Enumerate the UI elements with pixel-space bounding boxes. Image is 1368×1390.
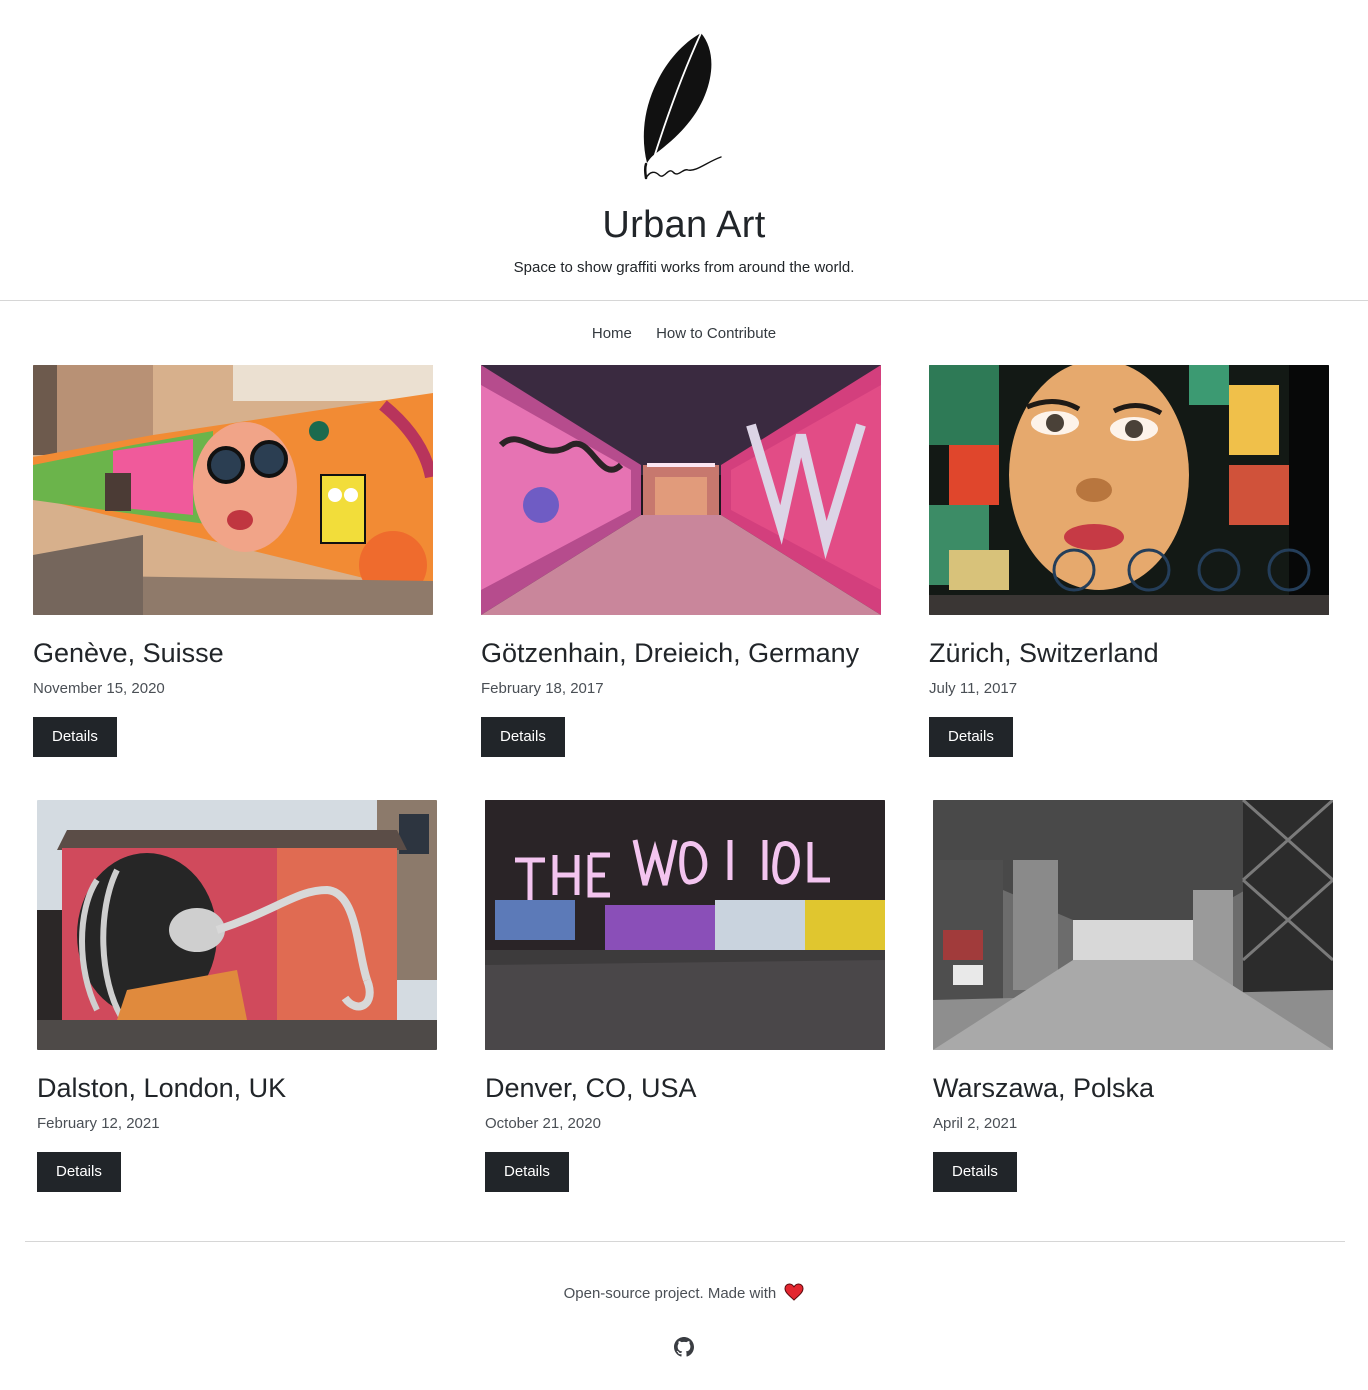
artwork-card-denver: Denver, CO, USA October 21, 2020 Details	[485, 800, 885, 1192]
card-title: Genève, Suisse	[33, 638, 224, 668]
artwork-image-geneve[interactable]	[33, 365, 433, 615]
card-title: Zürich, Switzerland	[929, 638, 1159, 668]
card-title: Götzenhain, Dreieich, Germany	[481, 638, 860, 668]
artwork-image-gotzenhain[interactable]	[481, 365, 881, 615]
details-button[interactable]: Details	[929, 717, 1013, 757]
artwork-image-dalston[interactable]	[37, 800, 437, 1050]
site-subtitle: Space to show graffiti works from around…	[513, 259, 855, 276]
site-title: Urban Art	[602, 204, 766, 246]
artwork-card-zurich: Zürich, Switzerland July 11, 2017 Detail…	[929, 365, 1329, 757]
card-date: February 18, 2017	[481, 680, 604, 697]
card-date: February 12, 2021	[37, 1115, 160, 1132]
artwork-image-warszawa[interactable]	[933, 800, 1333, 1050]
card-date: July 11, 2017	[929, 680, 1018, 697]
footer-divider	[25, 1241, 1345, 1242]
feather-quill-logo	[643, 32, 722, 180]
card-date: October 21, 2020	[485, 1115, 601, 1132]
main-nav: Home How to Contribute	[0, 322, 1368, 346]
card-date: November 15, 2020	[33, 680, 165, 697]
details-button[interactable]: Details	[33, 717, 117, 757]
artwork-card-geneve: Genève, Suisse November 15, 2020 Details	[33, 365, 433, 757]
nav-link-home[interactable]: Home	[592, 322, 632, 346]
artwork-card-warszawa: Warszawa, Polska April 2, 2021 Details	[933, 800, 1333, 1192]
details-button[interactable]: Details	[481, 717, 565, 757]
github-icon[interactable]	[674, 1337, 694, 1357]
details-button[interactable]: Details	[485, 1152, 569, 1192]
artwork-card-dalston: Dalston, London, UK February 12, 2021 De…	[37, 800, 437, 1192]
footer-made-with-text: Open-source project. Made with	[563, 1285, 777, 1302]
details-button[interactable]: Details	[37, 1152, 121, 1192]
details-button[interactable]: Details	[933, 1152, 1017, 1192]
nav-link-how-to-contribute[interactable]: How to Contribute	[656, 322, 776, 346]
heart-icon	[784, 1283, 804, 1301]
card-title: Denver, CO, USA	[485, 1073, 697, 1103]
artwork-image-denver[interactable]	[485, 800, 885, 1050]
site-header: Urban Art Space to show graffiti works f…	[0, 0, 1368, 301]
card-title: Dalston, London, UK	[37, 1073, 287, 1103]
artwork-card-gotzenhain: Götzenhain, Dreieich, Germany February 1…	[481, 365, 881, 757]
site-footer: Open-source project. Made with	[0, 1283, 1368, 1305]
card-date: April 2, 2021	[933, 1115, 1018, 1132]
card-title: Warszawa, Polska	[933, 1073, 1155, 1103]
artwork-image-zurich[interactable]	[929, 365, 1329, 615]
